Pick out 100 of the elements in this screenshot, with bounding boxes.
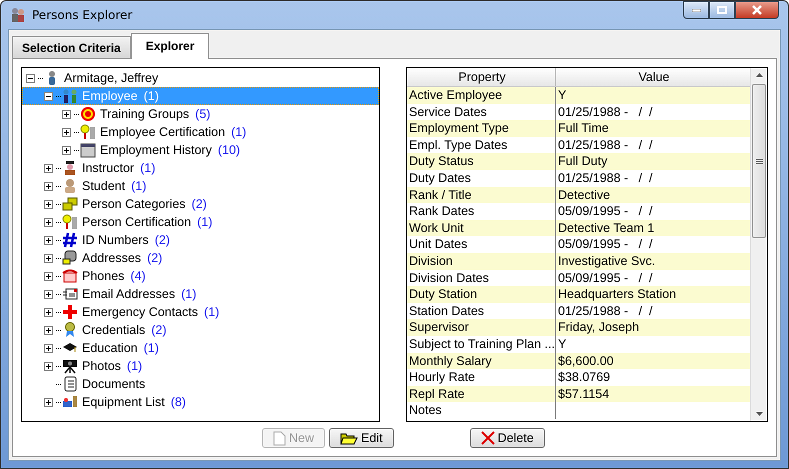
expand-icon[interactable]: [44, 326, 53, 334]
table-cell: Rank / Title: [407, 186, 556, 204]
down-arrow-icon[interactable]: [756, 412, 762, 416]
expand-icon[interactable]: [62, 146, 71, 154]
expand-icon[interactable]: [44, 164, 53, 172]
expand-icon[interactable]: [44, 236, 53, 244]
envelope-icon: [62, 286, 78, 302]
tree-item[interactable]: Addresses (2): [22, 249, 379, 267]
table-cell: 01/25/1988 - / /: [558, 138, 653, 152]
people-icon: [10, 7, 26, 23]
table-cell: Supervisor: [407, 319, 556, 336]
table-cell: Division: [407, 252, 556, 270]
table-cell: 01/25/1988 - / /: [558, 304, 653, 318]
table-cell: Work Unit: [407, 220, 556, 236]
student-icon: [62, 178, 78, 194]
column-header[interactable]: Value: [556, 68, 750, 86]
table-cell: Friday, Joseph: [558, 320, 640, 334]
table-cell: Monthly Salary: [407, 352, 556, 370]
hash-icon: [62, 232, 78, 248]
scroll-thumb[interactable]: [752, 84, 766, 238]
expand-icon[interactable]: [44, 398, 53, 406]
table-cell: Duty Station: [407, 286, 556, 303]
tab[interactable]: Selection Criteria: [12, 36, 131, 58]
tree-item[interactable]: Employment History (10): [22, 141, 379, 159]
maximize-button[interactable]: [709, 1, 735, 19]
cross-icon: [62, 304, 78, 320]
tree-item[interactable]: Student (1): [22, 177, 379, 195]
ribbon-icon: [62, 322, 78, 338]
document-icon: [62, 376, 78, 392]
grip-icon: [756, 158, 762, 164]
expand-icon[interactable]: [62, 128, 71, 136]
expand-icon[interactable]: [44, 344, 53, 352]
tree-item[interactable]: Documents: [22, 375, 379, 393]
expand-icon[interactable]: [44, 290, 53, 298]
expand-icon[interactable]: [44, 182, 53, 190]
minimize-button[interactable]: [683, 1, 709, 19]
expand-icon[interactable]: [44, 254, 53, 262]
page-icon: [273, 430, 286, 446]
tree-item[interactable]: ID Numbers (2): [22, 231, 379, 249]
table-cell: Notes: [407, 402, 556, 419]
table-cell: Full Duty: [558, 154, 608, 168]
table-cell: Repl Rate: [407, 386, 556, 402]
collapse-icon[interactable]: [44, 92, 53, 100]
teacher-icon: [62, 160, 78, 176]
table-cell: 05/09/1995 - / /: [558, 204, 653, 218]
tree-item[interactable]: Employee Certification (1): [22, 123, 379, 141]
tree-item[interactable]: Person Certification (1): [22, 213, 379, 231]
camera-icon: [62, 358, 78, 374]
tree-item[interactable]: Person Categories (2): [22, 195, 379, 213]
edit-button[interactable]: Edit: [329, 428, 394, 448]
delete-icon: [480, 431, 495, 445]
tree-item[interactable]: Email Addresses (1): [22, 285, 379, 303]
expand-icon[interactable]: [44, 362, 53, 370]
table-cell: Duty Status: [407, 153, 556, 170]
table-cell: Employment Type: [407, 120, 556, 137]
table-cell: 01/25/1988 - / /: [558, 170, 653, 185]
expand-icon[interactable]: [44, 200, 53, 208]
table-cell: Detective: [558, 188, 610, 202]
tree-item[interactable]: Instructor (1): [22, 159, 379, 177]
tab[interactable]: Explorer: [130, 33, 210, 59]
minimize-icon: [692, 8, 700, 12]
table-cell: Y: [558, 336, 566, 351]
people-icon: [62, 88, 78, 104]
delete-button[interactable]: Delete: [470, 428, 545, 448]
table-cell: 05/09/1995 - / /: [558, 270, 653, 285]
tree-item[interactable]: Equipment List (8): [22, 393, 379, 411]
maximize-icon: [717, 6, 727, 14]
table-cell: $57.1154: [558, 386, 610, 401]
table-cell: Headquarters Station: [558, 287, 676, 302]
tree-item[interactable]: Credentials (2): [22, 321, 379, 339]
tree-item[interactable]: Emergency Contacts (1): [22, 303, 379, 321]
expand-icon[interactable]: [62, 110, 71, 118]
scrollbar[interactable]: [750, 68, 767, 421]
expand-icon[interactable]: [44, 272, 53, 280]
table-cell: $6,600.00: [558, 354, 614, 368]
up-arrow-icon[interactable]: [756, 73, 762, 77]
tree-item[interactable]: Phones (4): [22, 267, 379, 285]
table-cell: Investigative Svc.: [558, 254, 656, 268]
window-title: Persons Explorer: [32, 8, 134, 22]
folders-icon: [62, 196, 78, 212]
table-cell: Full Time: [558, 121, 609, 136]
table-cell: Y: [558, 88, 566, 102]
folder-icon: [340, 430, 358, 446]
close-button[interactable]: [735, 1, 779, 19]
calendar-icon: [80, 142, 96, 158]
close-icon: [752, 5, 762, 15]
tree-item[interactable]: Training Groups (5): [22, 105, 379, 123]
collapse-icon[interactable]: [26, 74, 35, 82]
table-cell: $38.0769: [558, 370, 610, 384]
column-header[interactable]: Property: [407, 68, 556, 86]
tree-item[interactable]: Education (1): [22, 339, 379, 357]
target-icon: [80, 106, 96, 122]
table-cell: 01/25/1988 - / /: [558, 104, 653, 119]
expand-icon[interactable]: [44, 218, 53, 226]
tree-item[interactable]: Photos (1): [22, 357, 379, 375]
table-cell: Detective Team 1: [558, 220, 654, 235]
expand-icon[interactable]: [44, 308, 53, 316]
table-cell: 05/09/1995 - / /: [558, 237, 653, 252]
tree-item[interactable]: Armitage, Jeffrey: [22, 69, 379, 87]
table-cell: Active Employee: [407, 87, 556, 104]
